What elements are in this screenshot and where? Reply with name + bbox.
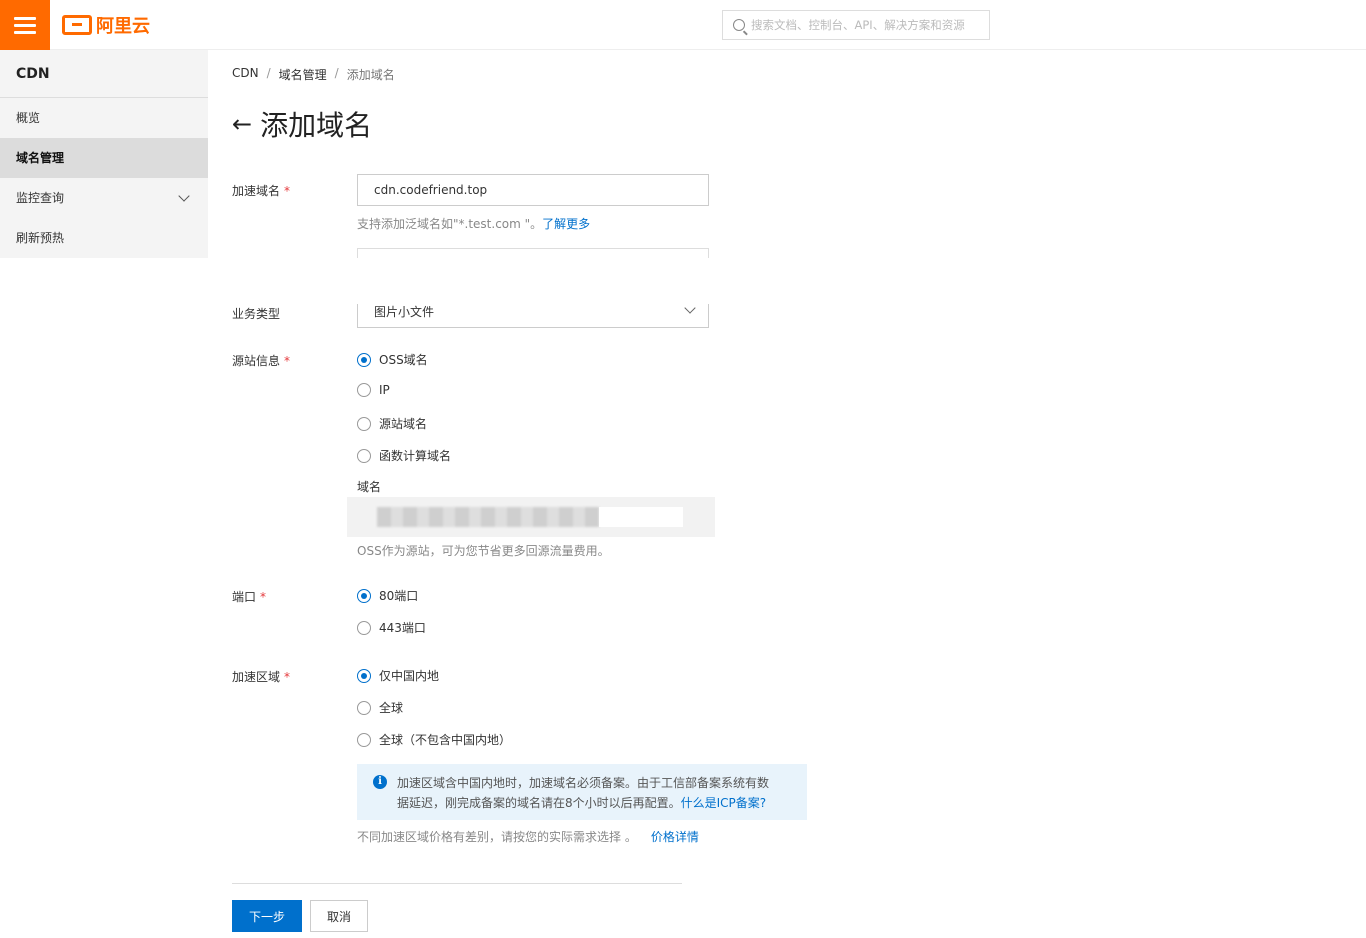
breadcrumb-separator: / bbox=[266, 66, 271, 80]
region-label: 加速区域 * bbox=[232, 668, 290, 685]
radio-unchecked-icon bbox=[357, 416, 371, 431]
origin-radio-function-compute[interactable]: 函数计算域名 bbox=[357, 447, 451, 464]
required-marker: * bbox=[284, 670, 291, 684]
sidebar-item-refresh-preload[interactable]: 刷新预热 bbox=[0, 218, 208, 258]
region-radio-mainland[interactable]: 仅中国内地 bbox=[357, 667, 439, 684]
notice-line-2: 据延迟，刚完成备案的域名请在8个小时以后再配置。什么是ICP备案? bbox=[397, 793, 791, 813]
domain-hint-text: 支持添加泛域名如"*.test.com "。 bbox=[357, 217, 543, 231]
sidebar-title: CDN bbox=[0, 50, 208, 98]
search-icon bbox=[733, 19, 745, 31]
page-header: ← 添加域名 bbox=[232, 104, 372, 144]
breadcrumb-current: 添加域名 bbox=[346, 68, 395, 82]
radio-label: 全球 bbox=[379, 701, 404, 715]
learn-more-link[interactable]: 了解更多 bbox=[542, 217, 590, 231]
sidebar: CDN 概览 域名管理 监控查询 刷新预热 bbox=[0, 50, 208, 258]
radio-checked-icon bbox=[357, 668, 371, 683]
page-title: 添加域名 bbox=[260, 109, 373, 142]
port-label-text: 端口 bbox=[232, 590, 257, 604]
breadcrumb-domain-management[interactable]: 域名管理 bbox=[279, 66, 327, 83]
region-radio-global[interactable]: 全球 bbox=[357, 699, 403, 716]
global-search[interactable] bbox=[722, 10, 990, 40]
origin-radio-ip[interactable]: IP bbox=[357, 383, 390, 397]
origin-label-text: 源站信息 bbox=[232, 354, 281, 368]
origin-domain-label: 域名 bbox=[357, 480, 382, 494]
icp-link[interactable]: 什么是ICP备案? bbox=[681, 796, 767, 810]
search-input[interactable] bbox=[751, 18, 981, 32]
domain-label-text: 加速域名 bbox=[232, 184, 281, 198]
radio-label: OSS域名 bbox=[379, 353, 428, 367]
business-type-select[interactable]: 图片小文件 bbox=[357, 302, 709, 328]
price-hint: 不同加速区域价格有差别，请按您的实际需求选择 。价格详情 bbox=[357, 828, 699, 845]
divider bbox=[232, 883, 682, 884]
chevron-down-icon bbox=[178, 190, 190, 202]
radio-label: 函数计算域名 bbox=[379, 449, 452, 463]
breadcrumb-cdn[interactable]: CDN bbox=[232, 66, 259, 83]
icp-notice: i 加速区域含中国内地时，加速域名必须备案。由于工信部备案系统有数 据延迟，刚完… bbox=[357, 764, 807, 820]
aliyun-logo-mark-icon bbox=[62, 15, 92, 35]
aliyun-logo[interactable]: 阿里云 bbox=[62, 13, 150, 37]
radio-label: 443端口 bbox=[379, 621, 426, 635]
radio-unchecked-icon bbox=[357, 620, 371, 635]
notice-line-1: 加速区域含中国内地时，加速域名必须备案。由于工信部备案系统有数 bbox=[397, 776, 770, 790]
redacted-text bbox=[377, 507, 599, 527]
radio-unchecked-icon bbox=[357, 383, 371, 397]
radio-unchecked-icon bbox=[357, 448, 371, 463]
chevron-down-icon bbox=[684, 302, 696, 314]
port-radio-80[interactable]: 80端口 bbox=[357, 587, 418, 604]
cancel-button[interactable]: 取消 bbox=[310, 900, 368, 932]
domain-hint: 支持添加泛域名如"*.test.com "。了解更多 bbox=[357, 215, 590, 232]
region-label-text: 加速区域 bbox=[232, 670, 281, 684]
radio-label: 源站域名 bbox=[379, 417, 428, 431]
redacted-blank bbox=[599, 507, 683, 527]
notice-line-2-text: 据延迟，刚完成备案的域名请在8个小时以后再配置。 bbox=[397, 796, 681, 810]
radio-unchecked-icon bbox=[357, 700, 371, 715]
collapsed-field bbox=[357, 248, 709, 258]
radio-checked-icon bbox=[357, 352, 371, 367]
back-arrow-icon[interactable]: ← bbox=[232, 112, 252, 136]
sidebar-item-monitoring[interactable]: 监控查询 bbox=[0, 178, 208, 218]
sidebar-item-domain-management[interactable]: 域名管理 bbox=[0, 138, 208, 178]
required-marker: * bbox=[284, 184, 291, 198]
business-type-label: 业务类型 bbox=[232, 307, 281, 321]
origin-label: 源站信息 * bbox=[232, 352, 290, 369]
port-radio-443[interactable]: 443端口 bbox=[357, 619, 426, 636]
domain-input[interactable]: cdn.codefriend.top bbox=[357, 174, 709, 206]
radio-label: 80端口 bbox=[379, 589, 419, 603]
sidebar-item-overview[interactable]: 概览 bbox=[0, 98, 208, 138]
price-hint-text: 不同加速区域价格有差别，请按您的实际需求选择 。 bbox=[357, 830, 637, 844]
origin-radio-oss[interactable]: OSS域名 bbox=[357, 351, 428, 368]
hamburger-menu-icon[interactable] bbox=[0, 0, 50, 50]
required-marker: * bbox=[284, 354, 291, 368]
domain-label: 加速域名 * bbox=[232, 182, 290, 199]
logo-text: 阿里云 bbox=[96, 16, 150, 37]
radio-unchecked-icon bbox=[357, 732, 371, 747]
origin-radio-origin-domain[interactable]: 源站域名 bbox=[357, 415, 427, 432]
origin-domain-input[interactable] bbox=[347, 497, 715, 537]
origin-hint: OSS作为源站，可为您节省更多回源流量费用。 bbox=[357, 544, 610, 558]
radio-label: 仅中国内地 bbox=[379, 669, 440, 683]
top-bar: 阿里云 bbox=[0, 0, 1366, 50]
business-type-value: 图片小文件 bbox=[374, 305, 435, 319]
breadcrumb: CDN / 域名管理 / 添加域名 bbox=[232, 66, 395, 83]
region-radio-global-excl-mainland[interactable]: 全球（不包含中国内地） bbox=[357, 731, 511, 748]
next-step-button[interactable]: 下一步 bbox=[232, 900, 302, 932]
sidebar-item-label: 监控查询 bbox=[16, 191, 65, 205]
required-marker: * bbox=[260, 590, 267, 604]
price-details-link[interactable]: 价格详情 bbox=[651, 830, 699, 844]
radio-label: 全球（不包含中国内地） bbox=[379, 733, 512, 747]
info-icon: i bbox=[373, 775, 387, 789]
breadcrumb-separator: / bbox=[334, 66, 339, 80]
port-label: 端口 * bbox=[232, 588, 266, 605]
radio-label: IP bbox=[379, 383, 390, 397]
radio-checked-icon bbox=[357, 588, 371, 603]
